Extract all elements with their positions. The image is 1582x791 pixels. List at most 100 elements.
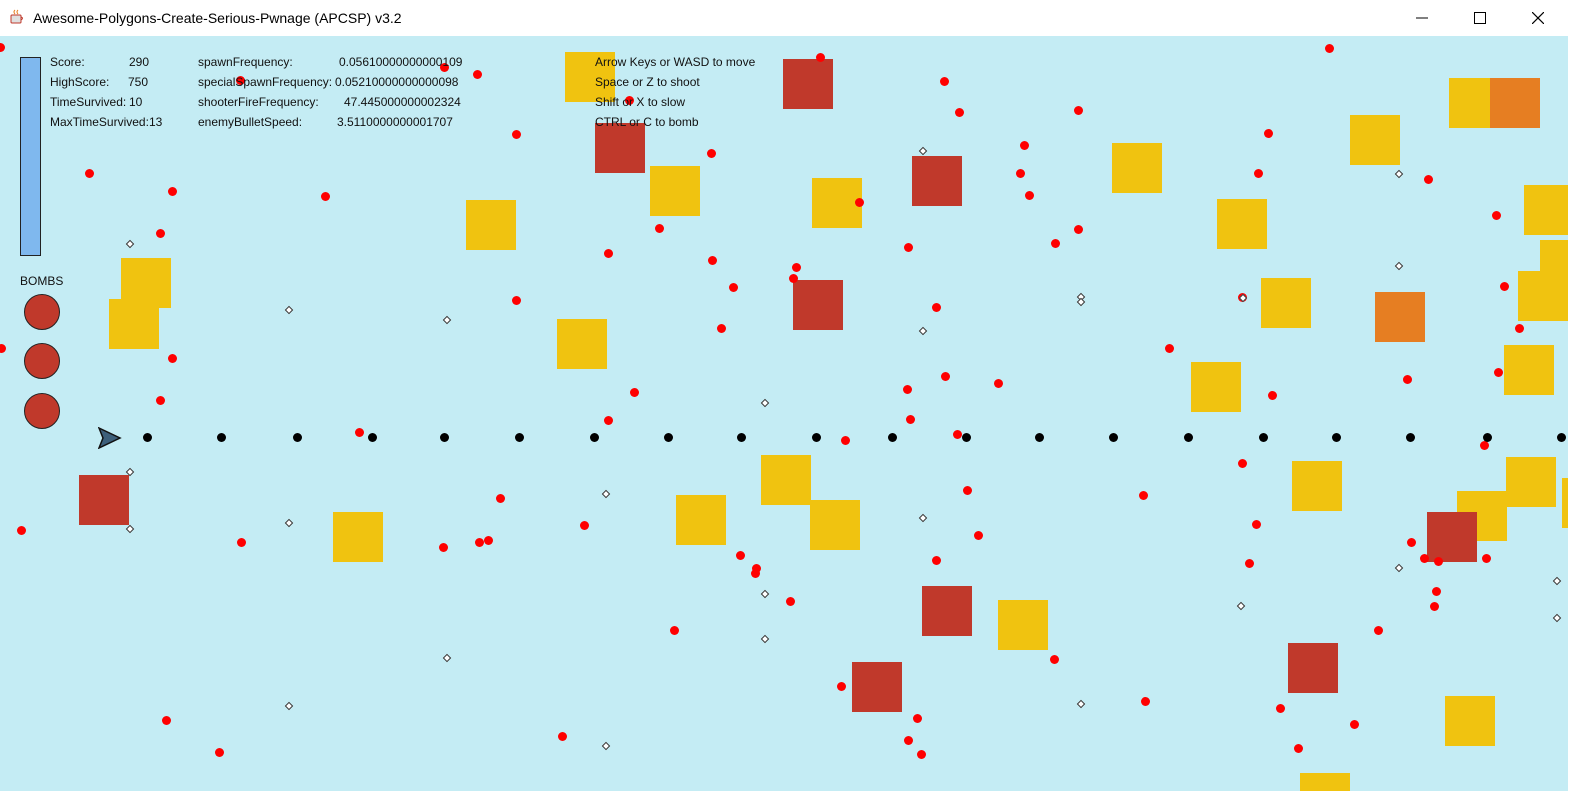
highscore-label: HighScore: — [50, 75, 110, 89]
yellow-block — [650, 166, 700, 216]
enemy-bullet — [512, 296, 521, 305]
java-app-icon — [10, 9, 23, 24]
enemy-bullet — [953, 430, 962, 439]
enemy-bullet — [837, 682, 846, 691]
enemy-bullet — [1374, 626, 1383, 635]
max-time-survived-value: 13 — [149, 115, 163, 129]
enemy-bullet — [1238, 459, 1247, 468]
yellow-block — [557, 319, 607, 369]
red-block — [783, 59, 833, 109]
orange-block — [1375, 292, 1425, 342]
enemy-bullet — [736, 551, 745, 560]
diamond-pickup — [1394, 169, 1404, 179]
player-bullet — [888, 433, 897, 442]
enemy-bullet — [1515, 324, 1524, 333]
shooter-fire-frequency-value: 47.445000000002324 — [344, 95, 461, 109]
diamond-pickup — [601, 489, 611, 499]
yellow-block — [109, 299, 159, 349]
enemy-bullet — [1294, 744, 1303, 753]
enemy-bullet — [580, 521, 589, 530]
diamond-pickup — [125, 239, 135, 249]
enemy-bullet — [558, 732, 567, 741]
yellow-block — [810, 500, 860, 550]
enemy-bullet — [917, 750, 926, 759]
red-block — [912, 156, 962, 206]
diamond-pickup — [125, 524, 135, 534]
enemy-bullet — [751, 569, 760, 578]
enemy-bullet — [1500, 282, 1509, 291]
enemy-bullet — [932, 303, 941, 312]
controls-bomb-text: CTRL or C to bomb — [595, 115, 699, 129]
player-ship — [98, 427, 122, 449]
enemy-bullet — [655, 224, 664, 233]
close-button[interactable] — [1509, 0, 1567, 36]
enemy-bullet — [1245, 559, 1254, 568]
controls-move-text: Arrow Keys or WASD to move — [595, 55, 756, 69]
yellow-block — [1524, 185, 1568, 235]
player-bullet — [1557, 433, 1566, 442]
minimize-button[interactable] — [1393, 0, 1451, 36]
player-bullet — [962, 433, 971, 442]
enemy-bullet — [913, 714, 922, 723]
player-bullet — [1259, 433, 1268, 442]
title-bar: Awesome-Polygons-Create-Serious-Pwnage (… — [0, 0, 1582, 36]
enemy-bullet — [855, 198, 864, 207]
diamond-pickup — [918, 146, 928, 156]
game-canvas[interactable]: Score: 290 HighScore: 750 TimeSurvived: … — [0, 36, 1568, 791]
red-block — [852, 662, 902, 712]
power-gauge — [20, 57, 41, 256]
enemy-bullet — [162, 716, 171, 725]
enemy-bullet — [168, 354, 177, 363]
enemy-bullet — [1025, 191, 1034, 200]
diamond-pickup — [760, 398, 770, 408]
enemy-bullet — [955, 108, 964, 117]
player-bullet — [440, 433, 449, 442]
yellow-block — [333, 512, 383, 562]
player-bullet — [143, 433, 152, 442]
enemy-bullet — [1424, 175, 1433, 184]
enemy-bullet — [906, 415, 915, 424]
highscore-value: 750 — [128, 75, 149, 89]
enemy-bullet — [484, 536, 493, 545]
enemy-bullet — [1276, 704, 1285, 713]
special-spawn-frequency-label: specialSpawnFrequency: — [198, 75, 333, 89]
yellow-block — [761, 455, 811, 505]
diamond-pickup — [1076, 297, 1086, 307]
enemy-bullet — [1016, 169, 1025, 178]
enemy-bullet — [0, 344, 6, 353]
enemy-bullet — [1480, 441, 1489, 450]
enemy-bullet — [1252, 520, 1261, 529]
enemy-bullet — [1420, 554, 1429, 563]
yellow-block — [676, 495, 726, 545]
enemy-bullet — [1139, 491, 1148, 500]
maximize-button[interactable] — [1451, 0, 1509, 36]
enemy-bullet — [1403, 375, 1412, 384]
enemy-bullet — [786, 597, 795, 606]
yellow-block — [1261, 278, 1311, 328]
enemy-bullet — [670, 626, 679, 635]
enemy-bullet — [1254, 169, 1263, 178]
maximize-icon — [1474, 12, 1486, 24]
enemy-bullet — [708, 256, 717, 265]
player-bullet — [515, 433, 524, 442]
enemy-bullet — [1494, 368, 1503, 377]
diamond-pickup — [918, 513, 928, 523]
window-title: Awesome-Polygons-Create-Serious-Pwnage (… — [33, 10, 402, 26]
player-bullet — [1109, 433, 1118, 442]
player-bullet — [1035, 433, 1044, 442]
enemy-bullet — [1268, 391, 1277, 400]
red-block — [1427, 512, 1477, 562]
player-bullet — [368, 433, 377, 442]
enemy-bullet — [940, 77, 949, 86]
enemy-bullet — [1050, 655, 1059, 664]
player-bullet — [217, 433, 226, 442]
yellow-block — [1300, 773, 1350, 791]
diamond-pickup — [442, 315, 452, 325]
enemy-bullet — [903, 385, 912, 394]
red-block — [922, 586, 972, 636]
enemy-bullet — [841, 436, 850, 445]
enemy-bullet — [904, 243, 913, 252]
enemy-bullet — [1264, 129, 1273, 138]
enemy-bullet — [168, 187, 177, 196]
time-survived-label: TimeSurvived: — [50, 95, 127, 109]
